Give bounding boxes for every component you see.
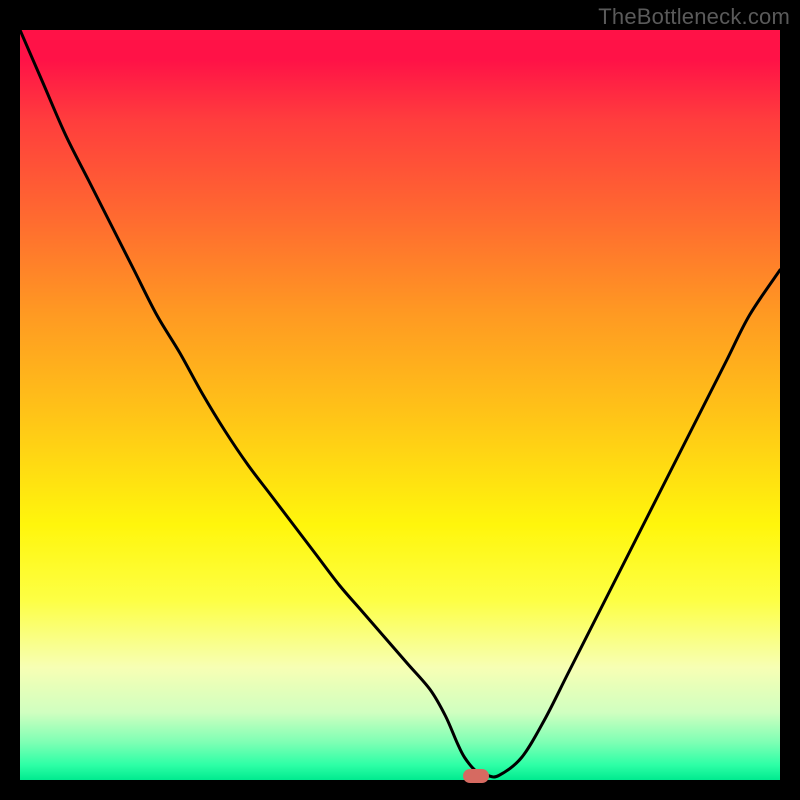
watermark-text: TheBottleneck.com [598,4,790,30]
min-point-marker [463,769,489,783]
bottleneck-curve [20,30,780,780]
chart-frame: TheBottleneck.com [0,0,800,800]
plot-area [20,30,780,780]
